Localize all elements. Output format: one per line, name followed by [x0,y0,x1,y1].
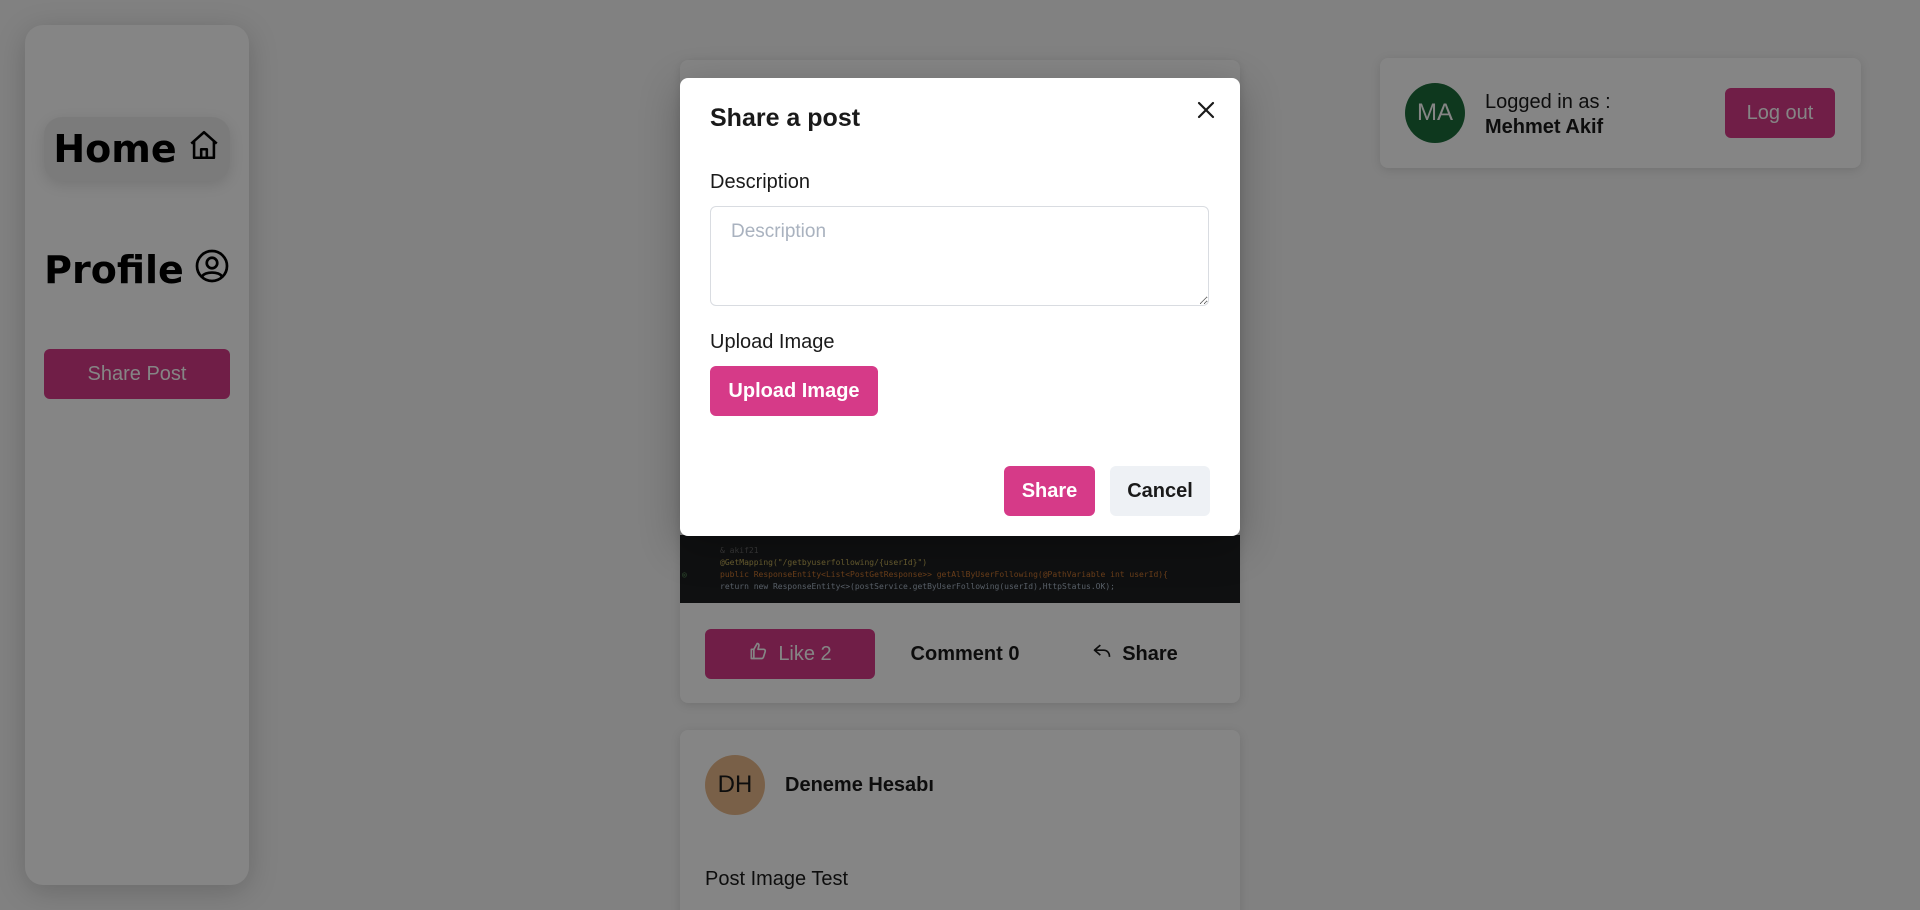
share-button[interactable]: Share [1004,466,1095,516]
description-textarea[interactable] [710,206,1209,306]
close-icon [1196,100,1216,123]
upload-image-button[interactable]: Upload Image [710,366,878,416]
description-label: Description [710,171,811,193]
upload-image-label: Upload Image [710,331,835,353]
close-button[interactable] [1190,95,1222,127]
cancel-button[interactable]: Cancel [1110,466,1210,516]
modal-title: Share a post [710,104,861,132]
share-post-modal: Share a post Description Upload Image Up… [680,78,1240,536]
